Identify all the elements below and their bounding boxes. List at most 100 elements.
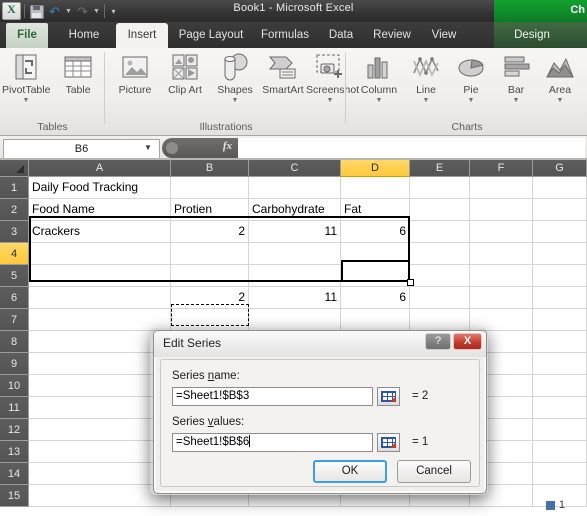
ribbon-button-bar[interactable]: Bar ▼: [492, 51, 540, 105]
name-box[interactable]: B6: [3, 139, 160, 159]
tab-home[interactable]: Home: [56, 23, 112, 48]
cell-G4[interactable]: [533, 243, 587, 265]
cell-G14[interactable]: [533, 463, 587, 485]
ribbon-button-shapes[interactable]: Shapes ▼: [211, 51, 259, 105]
cell-C5[interactable]: [249, 265, 341, 287]
chevron-down-icon[interactable]: ▼: [211, 97, 259, 105]
ribbon-button-line[interactable]: Line ▼: [402, 51, 450, 105]
cell-D1[interactable]: [341, 177, 410, 199]
row-header-13[interactable]: 13: [0, 441, 29, 463]
tab-design[interactable]: Design: [504, 23, 560, 48]
chevron-down-icon[interactable]: ▼: [492, 97, 540, 105]
ribbon-button-column[interactable]: Column ▼: [355, 51, 403, 105]
row-header-12[interactable]: 12: [0, 419, 29, 441]
row-header-8[interactable]: 8: [0, 331, 29, 353]
ribbon-button-sca[interactable]: Sca: [579, 51, 587, 97]
cell-C4[interactable]: [249, 243, 341, 265]
cell-F5[interactable]: [470, 265, 533, 287]
cell-A5[interactable]: [29, 265, 171, 287]
chevron-down-icon[interactable]: ▼: [402, 97, 450, 105]
close-button[interactable]: X: [453, 333, 482, 350]
cell-D3[interactable]: 6: [341, 221, 410, 243]
row-header-9[interactable]: 9: [0, 353, 29, 375]
cell-C2[interactable]: Carbohydrate: [249, 199, 341, 221]
row-header-3[interactable]: 3: [0, 221, 29, 243]
cell-A2[interactable]: Food Name: [29, 199, 171, 221]
row-header-7[interactable]: 7: [0, 309, 29, 331]
cell-F4[interactable]: [470, 243, 533, 265]
help-button[interactable]: ?: [425, 333, 451, 350]
ribbon-button-table[interactable]: Table: [54, 51, 102, 97]
cell-E4[interactable]: [410, 243, 470, 265]
cell-E5[interactable]: [410, 265, 470, 287]
cell-D6[interactable]: 6: [341, 287, 410, 309]
column-header-C[interactable]: C: [249, 160, 341, 177]
cell-A4[interactable]: [29, 243, 171, 265]
insert-function-icon[interactable]: fx: [223, 140, 232, 152]
cell-G12[interactable]: [533, 419, 587, 441]
cell-F3[interactable]: [470, 221, 533, 243]
cell-E2[interactable]: [410, 199, 470, 221]
name-box-dropdown-icon[interactable]: ▼: [140, 139, 156, 157]
cell-G9[interactable]: [533, 353, 587, 375]
cell-G3[interactable]: [533, 221, 587, 243]
cell-B2[interactable]: Protien: [171, 199, 249, 221]
cell-G8[interactable]: [533, 331, 587, 353]
ribbon-button-picture[interactable]: Picture: [111, 51, 159, 97]
cell-B6[interactable]: 2: [171, 287, 249, 309]
cell-G13[interactable]: [533, 441, 587, 463]
row-header-10[interactable]: 10: [0, 375, 29, 397]
cell-F6[interactable]: [470, 287, 533, 309]
column-header-F[interactable]: F: [470, 160, 533, 177]
ribbon-button-clip-art[interactable]: Clip Art: [161, 51, 209, 97]
ribbon-button-pivottable[interactable]: PivotTable ▼: [2, 51, 50, 105]
cell-B1[interactable]: [171, 177, 249, 199]
cell-G7[interactable]: [533, 309, 587, 331]
tab-insert[interactable]: Insert: [116, 23, 168, 48]
active-cell-d4[interactable]: [341, 260, 410, 282]
formula-input[interactable]: [238, 138, 585, 158]
tab-formulas[interactable]: Formulas: [254, 23, 316, 48]
cell-A6[interactable]: [29, 287, 171, 309]
series-name-range-selector-icon[interactable]: [377, 387, 400, 406]
cell-C1[interactable]: [249, 177, 341, 199]
cell-F1[interactable]: [470, 177, 533, 199]
cell-E3[interactable]: [410, 221, 470, 243]
cell-G1[interactable]: [533, 177, 587, 199]
cell-G6[interactable]: [533, 287, 587, 309]
row-header-4[interactable]: 4: [0, 243, 29, 265]
cancel-button[interactable]: Cancel: [397, 460, 471, 483]
ribbon-button-smartart[interactable]: SmartArt: [259, 51, 307, 97]
column-header-G[interactable]: G: [533, 160, 587, 177]
series-values-range-selector-icon[interactable]: [377, 433, 400, 452]
row-header-15[interactable]: 15: [0, 485, 29, 507]
ribbon-button-pie[interactable]: Pie ▼: [447, 51, 495, 105]
cell-G5[interactable]: [533, 265, 587, 287]
cell-E6[interactable]: [410, 287, 470, 309]
chevron-down-icon[interactable]: ▼: [536, 97, 584, 105]
cell-B3[interactable]: 2: [171, 221, 249, 243]
tab-data[interactable]: Data: [320, 23, 362, 48]
tab-review[interactable]: Review: [366, 23, 418, 48]
row-header-5[interactable]: 5: [0, 265, 29, 287]
series-values-input[interactable]: =Sheet1!$B$6: [172, 433, 373, 452]
column-header-B[interactable]: B: [171, 160, 249, 177]
row-header-11[interactable]: 11: [0, 397, 29, 419]
cell-F2[interactable]: [470, 199, 533, 221]
ribbon-button-area[interactable]: Area ▼: [536, 51, 584, 105]
cell-B5[interactable]: [171, 265, 249, 287]
row-header-1[interactable]: 1: [0, 177, 29, 199]
row-header-2[interactable]: 2: [0, 199, 29, 221]
cell-G11[interactable]: [533, 397, 587, 419]
column-header-E[interactable]: E: [410, 160, 470, 177]
chevron-down-icon[interactable]: ▼: [2, 97, 50, 105]
column-header-A[interactable]: A: [29, 160, 171, 177]
tab-page-layout[interactable]: Page Layout: [172, 23, 250, 48]
cell-A1[interactable]: Daily Food Tracking: [29, 177, 171, 199]
select-all-corner[interactable]: [0, 160, 29, 177]
chevron-down-icon[interactable]: ▼: [355, 97, 403, 105]
cell-D2[interactable]: Fat: [341, 199, 410, 221]
cell-A7[interactable]: [29, 309, 171, 331]
cell-G2[interactable]: [533, 199, 587, 221]
cell-B4[interactable]: [171, 243, 249, 265]
